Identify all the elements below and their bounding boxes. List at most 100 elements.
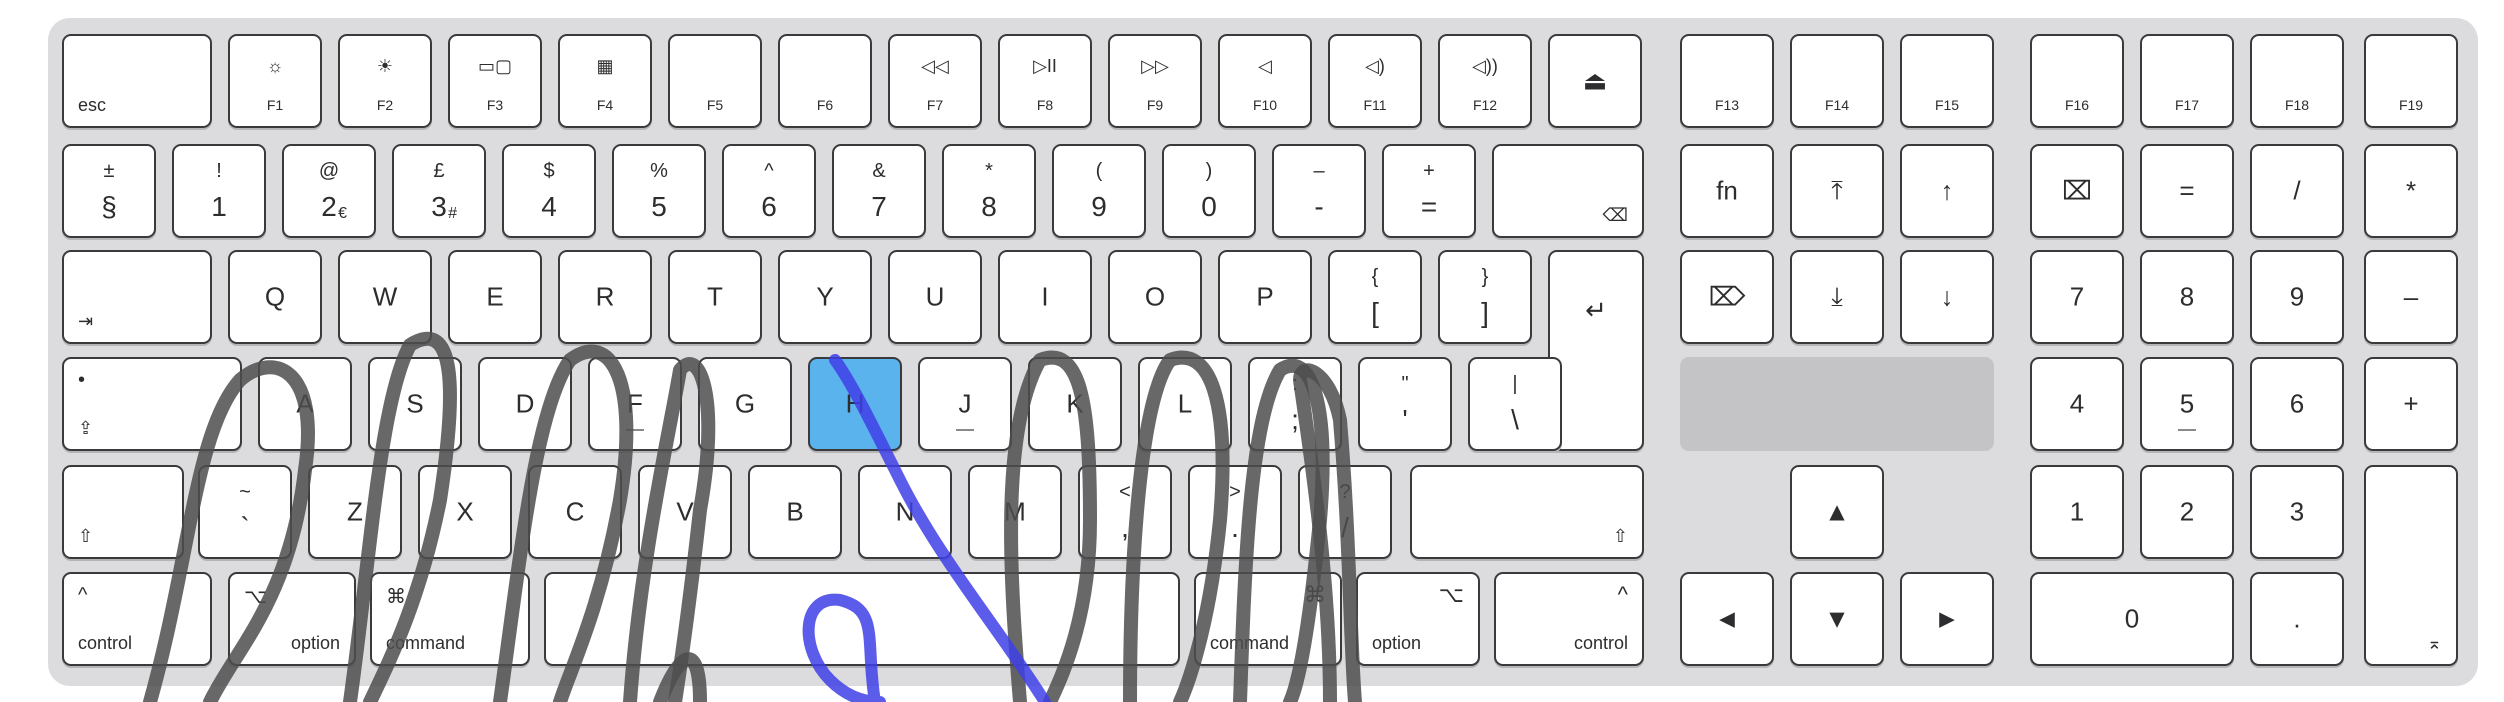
- key-k[interactable]: K: [1028, 357, 1122, 451]
- key-f17[interactable]: F17: [2140, 34, 2234, 128]
- key-f8[interactable]: ▷II F8: [998, 34, 1092, 128]
- key-np-2[interactable]: 2: [2140, 465, 2234, 559]
- key-forward-delete[interactable]: ⌦: [1680, 250, 1774, 344]
- key-comma[interactable]: <,: [1078, 465, 1172, 559]
- key-f1[interactable]: ☼ F1: [228, 34, 322, 128]
- key-control-right[interactable]: ^ control: [1494, 572, 1644, 666]
- key-o[interactable]: O: [1108, 250, 1202, 344]
- key-h[interactable]: H: [808, 357, 902, 451]
- key-p[interactable]: P: [1218, 250, 1312, 344]
- key-np-0[interactable]: 0: [2030, 572, 2234, 666]
- key-arrow-left[interactable]: ◄: [1680, 572, 1774, 666]
- key-f11[interactable]: ◁) F11: [1328, 34, 1422, 128]
- key-period[interactable]: >.: [1188, 465, 1282, 559]
- key-z[interactable]: Z: [308, 465, 402, 559]
- key-9[interactable]: (9: [1052, 144, 1146, 238]
- key-semicolon[interactable]: :;: [1248, 357, 1342, 451]
- key-1[interactable]: ! 1: [172, 144, 266, 238]
- key-np-4[interactable]: 4: [2030, 357, 2124, 451]
- key-eject[interactable]: ⏏: [1548, 34, 1642, 128]
- key-q[interactable]: Q: [228, 250, 322, 344]
- key-clear[interactable]: ⌧: [2030, 144, 2124, 238]
- key-equals[interactable]: + =: [1382, 144, 1476, 238]
- key-np-9[interactable]: 9: [2250, 250, 2344, 344]
- key-f7[interactable]: ◁◁ F7: [888, 34, 982, 128]
- key-arrow-right[interactable]: ►: [1900, 572, 1994, 666]
- key-4[interactable]: $4: [502, 144, 596, 238]
- key-np-3[interactable]: 3: [2250, 465, 2344, 559]
- key-f12[interactable]: ◁)) F12: [1438, 34, 1532, 128]
- key-7[interactable]: & 7: [832, 144, 926, 238]
- key-i[interactable]: I: [998, 250, 1092, 344]
- key-e[interactable]: E: [448, 250, 542, 344]
- key-np-equals[interactable]: =: [2140, 144, 2234, 238]
- key-option-left[interactable]: ⌥ option: [228, 572, 356, 666]
- key-c[interactable]: C: [528, 465, 622, 559]
- key-esc[interactable]: esc: [62, 34, 212, 128]
- key-l[interactable]: L: [1138, 357, 1232, 451]
- key-w[interactable]: W: [338, 250, 432, 344]
- key-v[interactable]: V: [638, 465, 732, 559]
- key-np-6[interactable]: 6: [2250, 357, 2344, 451]
- key-8[interactable]: * 8: [942, 144, 1036, 238]
- key-r[interactable]: R: [558, 250, 652, 344]
- key-np-5[interactable]: 5: [2140, 357, 2234, 451]
- key-n[interactable]: N: [858, 465, 952, 559]
- key-quote[interactable]: " ': [1358, 357, 1452, 451]
- key-b[interactable]: B: [748, 465, 842, 559]
- key-y[interactable]: Y: [778, 250, 872, 344]
- key-5[interactable]: % 5: [612, 144, 706, 238]
- key-command-left[interactable]: ⌘ command: [370, 572, 530, 666]
- key-space[interactable]: [544, 572, 1180, 666]
- key-page-up[interactable]: ↑: [1900, 144, 1994, 238]
- key-minus[interactable]: – -: [1272, 144, 1366, 238]
- key-np-enter[interactable]: ⌅: [2364, 465, 2458, 666]
- key-bracket-left[interactable]: {[: [1328, 250, 1422, 344]
- key-f19[interactable]: F19: [2364, 34, 2458, 128]
- key-f3[interactable]: ▭▢ F3: [448, 34, 542, 128]
- key-j[interactable]: J: [918, 357, 1012, 451]
- key-bracket-right[interactable]: }]: [1438, 250, 1532, 344]
- key-shift-right[interactable]: ⇧: [1410, 465, 1644, 559]
- key-f13[interactable]: F13: [1680, 34, 1774, 128]
- key-np-plus[interactable]: +: [2364, 357, 2458, 451]
- key-f[interactable]: F: [588, 357, 682, 451]
- key-f14[interactable]: F14: [1790, 34, 1884, 128]
- key-np-divide[interactable]: /: [2250, 144, 2344, 238]
- key-command-right[interactable]: ⌘ command: [1194, 572, 1342, 666]
- key-np-7[interactable]: 7: [2030, 250, 2124, 344]
- key-f4[interactable]: ▦ F4: [558, 34, 652, 128]
- key-f5[interactable]: F5: [668, 34, 762, 128]
- key-f15[interactable]: F15: [1900, 34, 1994, 128]
- key-caps-lock[interactable]: ⇪ •: [62, 357, 242, 451]
- key-fn[interactable]: fn: [1680, 144, 1774, 238]
- key-home[interactable]: ⤒: [1790, 144, 1884, 238]
- key-g[interactable]: G: [698, 357, 792, 451]
- key-backtick[interactable]: ~ `: [198, 465, 292, 559]
- key-np-8[interactable]: 8: [2140, 250, 2234, 344]
- key-f16[interactable]: F16: [2030, 34, 2124, 128]
- key-m[interactable]: M: [968, 465, 1062, 559]
- key-2[interactable]: @2 €: [282, 144, 376, 238]
- key-f6[interactable]: F6: [778, 34, 872, 128]
- key-end[interactable]: ⤓: [1790, 250, 1884, 344]
- key-slash[interactable]: ? /: [1298, 465, 1392, 559]
- key-u[interactable]: U: [888, 250, 982, 344]
- key-3[interactable]: £3 #: [392, 144, 486, 238]
- key-arrow-up[interactable]: ▲: [1790, 465, 1884, 559]
- key-f9[interactable]: ▷▷ F9: [1108, 34, 1202, 128]
- key-np-1[interactable]: 1: [2030, 465, 2124, 559]
- key-a[interactable]: A: [258, 357, 352, 451]
- key-f18[interactable]: F18: [2250, 34, 2344, 128]
- key-shift-left[interactable]: ⇧: [62, 465, 184, 559]
- key-arrow-down[interactable]: ▼: [1790, 572, 1884, 666]
- key-s[interactable]: S: [368, 357, 462, 451]
- key-backslash[interactable]: | \: [1468, 357, 1562, 451]
- key-f10[interactable]: ◁ F10: [1218, 34, 1312, 128]
- key-x[interactable]: X: [418, 465, 512, 559]
- key-np-multiply[interactable]: *: [2364, 144, 2458, 238]
- key-0[interactable]: ) 0: [1162, 144, 1256, 238]
- key-delete[interactable]: ⌫: [1492, 144, 1644, 238]
- key-control-left[interactable]: ^ control: [62, 572, 212, 666]
- key-option-right[interactable]: ⌥ option: [1356, 572, 1480, 666]
